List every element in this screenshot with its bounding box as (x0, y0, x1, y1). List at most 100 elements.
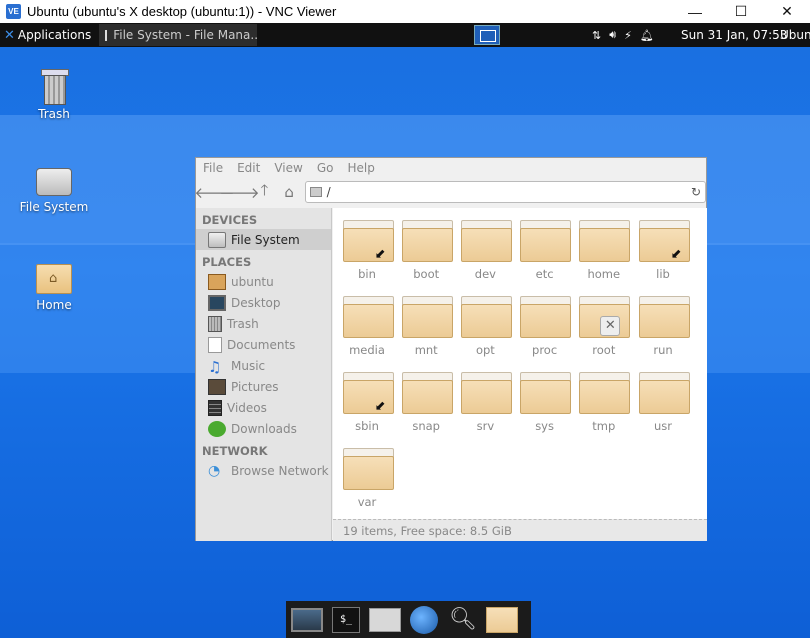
dock-file-manager[interactable] (368, 605, 402, 635)
folder-item-run[interactable]: run (633, 296, 693, 357)
folder-item-srv[interactable]: srv (455, 372, 515, 433)
folder-name: run (653, 343, 673, 357)
folder-item-lib[interactable]: ⬋ lib (633, 220, 693, 281)
folder-icon (401, 220, 453, 262)
top-panel: ✕ Applications File System - File Mana..… (0, 23, 810, 47)
folder-item-home[interactable]: home (574, 220, 634, 281)
folder-item-boot[interactable]: boot (396, 220, 456, 281)
folder-item-media[interactable]: media (337, 296, 397, 357)
folder-item-sys[interactable]: sys (515, 372, 575, 433)
volume-icon[interactable]: 🔊︎ (609, 28, 616, 42)
folder-name: bin (358, 267, 376, 281)
minimize-button[interactable]: — (672, 0, 718, 23)
menu-go[interactable]: Go (317, 161, 334, 175)
sidebar-item-videos[interactable]: Videos (196, 397, 331, 418)
folder-icon (486, 606, 518, 633)
file-manager-window: File Edit View Go Help 🡐 🡒 🡑 ⌂ / ↻ DEVIC… (194, 157, 707, 541)
taskbar-item-file-manager[interactable]: File System - File Mana... (99, 24, 258, 46)
maximize-button[interactable]: ☐ (718, 0, 764, 23)
folder-item-sbin[interactable]: ⬋ sbin (337, 372, 397, 433)
folder-item-mnt[interactable]: mnt (396, 296, 456, 357)
trash-icon (41, 69, 69, 105)
folder-icon (401, 372, 453, 414)
folder-icon (520, 372, 572, 414)
dock-web-browser[interactable] (407, 605, 441, 635)
dock-terminal[interactable]: $_ (329, 605, 363, 635)
sidebar-item-music[interactable]: ♫ Music (196, 355, 331, 376)
workspace-switcher[interactable] (474, 25, 500, 45)
location-bar[interactable]: / ↻ (304, 181, 707, 203)
notification-icon[interactable]: 🔔︎ (640, 29, 654, 42)
sidebar-item-pictures[interactable]: Pictures (196, 376, 331, 397)
applications-menu-button[interactable]: ✕ Applications (0, 23, 95, 47)
desktop-icon (208, 294, 226, 311)
dock-show-desktop[interactable] (290, 605, 324, 635)
folder-icon (579, 372, 631, 414)
folder-item-proc[interactable]: proc (515, 296, 575, 357)
sidebar-item-trash[interactable]: Trash (196, 313, 331, 334)
folder-item-dev[interactable]: dev (455, 220, 515, 281)
folder-icon (579, 220, 631, 262)
bottom-dock: $_ 🔍︎ (286, 601, 531, 638)
sidebar-header-places: PLACES (202, 255, 252, 269)
sidebar-item-label: ubuntu (231, 274, 274, 289)
home-folder-icon (369, 607, 401, 632)
folder-name: sys (535, 419, 554, 433)
panel-clock[interactable]: Sun 31 Jan, 07:53 (681, 28, 787, 42)
vnc-title-bar: VE Ubuntu (ubuntu's X desktop (ubuntu:1)… (0, 0, 810, 23)
folder-item-usr[interactable]: usr (633, 372, 693, 433)
sidebar-item-ubuntu[interactable]: ubuntu (196, 271, 331, 292)
dock-folder[interactable] (485, 605, 519, 635)
folder-item-snap[interactable]: snap (396, 372, 456, 433)
folder-icon (460, 372, 512, 414)
close-button[interactable]: ✕ (764, 0, 810, 23)
trash-icon (208, 315, 222, 332)
folder-icon (342, 296, 394, 338)
sidebar-item-documents[interactable]: Documents (196, 334, 331, 355)
globe-icon (410, 605, 438, 634)
sidebar-item-file-system[interactable]: File System (196, 229, 331, 250)
sidebar-item-label: File System (231, 232, 300, 247)
sidebar-item-label: Documents (227, 337, 296, 352)
up-button[interactable]: 🡑 (252, 181, 277, 203)
home-button[interactable]: ⌂ (277, 181, 302, 203)
folder-name: root (592, 343, 616, 357)
desktop-icon-trash[interactable]: Trash (9, 69, 99, 121)
status-bar: 19 items, Free space: 8.5 GiB (333, 519, 707, 541)
show-desktop-icon (291, 607, 323, 632)
menu-edit[interactable]: Edit (237, 161, 260, 175)
power-icon[interactable]: ⚡ (624, 29, 632, 42)
xfce-logo-icon: ✕ (4, 27, 15, 43)
network-status-icon[interactable]: ⇅ (592, 29, 601, 42)
symlink-arrow-icon: ⬋ (670, 247, 682, 262)
menu-bar: File Edit View Go Help (196, 158, 706, 178)
folder-view[interactable]: ⬋ bin boot dev etc home ⬋ lib media mnt opt proc ✕ ro… (333, 208, 707, 519)
menu-view[interactable]: View (274, 161, 302, 175)
sidebar-item-downloads[interactable]: Downloads (196, 418, 331, 439)
sidebar-item-label: Desktop (231, 295, 281, 310)
reload-icon[interactable]: ↻ (691, 185, 701, 199)
document-icon (208, 336, 222, 353)
folder-name: etc (535, 267, 554, 281)
menu-help[interactable]: Help (347, 161, 374, 175)
folder-item-var[interactable]: var (337, 448, 397, 509)
folder-name: tmp (592, 419, 616, 433)
user-menu[interactable]: Ubuntu (780, 28, 810, 42)
folder-name: usr (653, 419, 672, 433)
folder-item-bin[interactable]: ⬋ bin (337, 220, 397, 281)
sidebar-item-desktop[interactable]: Desktop (196, 292, 331, 313)
no-access-icon: ✕ (600, 316, 621, 336)
desktop-icon-home[interactable]: Home (9, 264, 99, 312)
desktop-icon-file-system[interactable]: File System (9, 168, 99, 214)
folder-item-root[interactable]: ✕ root (574, 296, 634, 357)
folder-item-opt[interactable]: opt (455, 296, 515, 357)
dock-app-finder[interactable]: 🔍︎ (446, 605, 480, 635)
folder-item-tmp[interactable]: tmp (574, 372, 634, 433)
folder-name: media (349, 343, 385, 357)
sidebar-item-browse-network[interactable]: ◔ Browse Network (196, 460, 331, 481)
folder-item-etc[interactable]: etc (515, 220, 575, 281)
desktop-icon-label: Trash (38, 107, 70, 121)
menu-file[interactable]: File (203, 161, 223, 175)
forward-button[interactable]: 🡒 (219, 181, 259, 203)
desktop[interactable]: ✕ Applications File System - File Mana..… (0, 23, 810, 638)
